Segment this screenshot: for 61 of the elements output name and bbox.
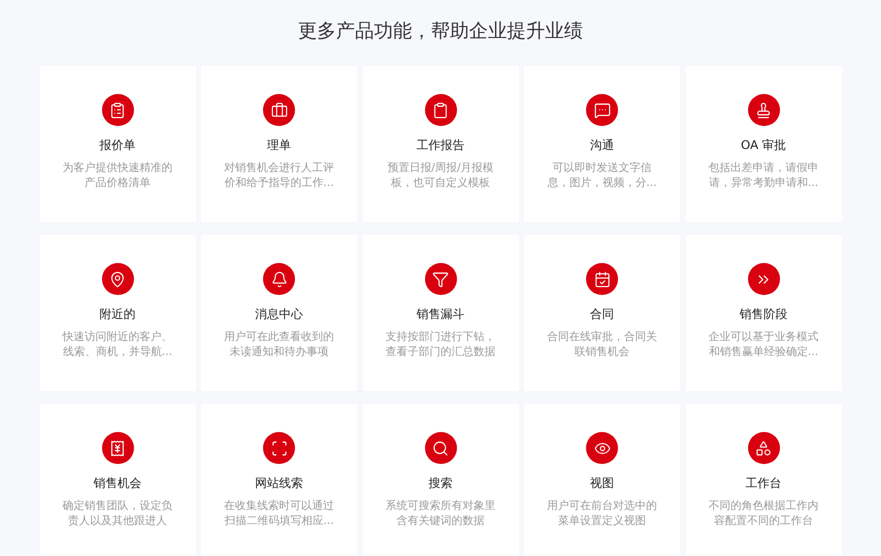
feature-description: 系统可搜索所有对象里 含有关键词的数据 [386,498,496,528]
stamp-icon [748,94,780,126]
feature-title: 视图 [590,475,614,492]
map-pin-icon [102,263,134,295]
feature-card[interactable]: 搜索 系统可搜索所有对象里 含有关键词的数据 [362,404,518,556]
feature-title: 销售阶段 [740,306,788,323]
feature-card[interactable]: 理单 对销售机会进行人工评 价和给予指导的工作... [201,66,357,222]
scan-icon [263,432,295,464]
feature-description: 在收集线索时可以通过 扫描二维码填写相应... [224,498,334,528]
feature-card[interactable]: 消息中心 用户可在此查看收到的 未读通知和待办事项 [201,235,357,391]
feature-card[interactable]: 销售机会 确定销售团队，设定负 责人以及其他跟进人 [40,404,196,556]
feature-title: 报价单 [100,137,136,154]
feature-title: 理单 [267,137,291,154]
feature-description: 可以即时发送文字信 息，图片，视频，分... [547,160,657,190]
feature-title: 网站线索 [255,475,303,492]
shapes-icon [748,432,780,464]
feature-description: 支持按部门进行下钻， 查看子部门的汇总数据 [386,329,496,359]
chat-icon [586,94,618,126]
feature-card[interactable]: OA 审批 包括出差申请，请假申 请，异常考勤申请和... [686,66,842,222]
feature-title: 消息中心 [255,306,303,323]
feature-card[interactable]: 合同 合同在线审批，合同关 联销售机会 [524,235,680,391]
search-icon [424,432,456,464]
feature-title: 工作报告 [416,137,464,154]
feature-card[interactable]: 附近的 快速访问附近的客户、 线索、商机，并导航... [40,235,196,391]
briefcase-icon [263,94,295,126]
feature-card[interactable]: 沟通 可以即时发送文字信 息，图片，视频，分... [524,66,680,222]
feature-description: 快速访问附近的客户、 线索、商机，并导航... [62,329,172,359]
feature-description: 不同的角色根据工作内 容配置不同的工作台 [708,498,818,528]
feature-description: 用户可在此查看收到的 未读通知和待办事项 [224,329,334,359]
feature-description: 合同在线审批，合同关 联销售机会 [547,329,657,359]
clipboard-icon [424,94,456,126]
feature-description: 用户可在前台对选中的 菜单设置定义视图 [547,498,657,528]
feature-title: 工作台 [746,475,782,492]
feature-card[interactable]: 工作报告 预置日报/周报/月报模 板，也可自定义模板 [362,66,518,222]
calendar-check-icon [586,263,618,295]
feature-title: 附近的 [100,306,136,323]
bell-icon [263,263,295,295]
feature-card[interactable]: 网站线索 在收集线索时可以通过 扫描二维码填写相应... [201,404,357,556]
feature-description: 对销售机会进行人工评 价和给予指导的工作... [224,160,334,190]
feature-card[interactable]: 销售漏斗 支持按部门进行下钻， 查看子部门的汇总数据 [362,235,518,391]
feature-description: 包括出差申请，请假申 请，异常考勤申请和... [708,160,818,190]
feature-title: 沟通 [590,137,614,154]
eye-icon [586,432,618,464]
feature-title: 销售机会 [94,475,142,492]
feature-description: 预置日报/周报/月报模 板，也可自定义模板 [387,160,494,190]
feature-description: 为客户提供快速精准的 产品价格清单 [62,160,172,190]
yen-receipt-icon [102,432,134,464]
feature-title: 搜索 [428,475,452,492]
feature-card[interactable]: 报价单 为客户提供快速精准的 产品价格清单 [40,66,196,222]
chevrons-right-icon [748,263,780,295]
feature-title: 销售漏斗 [416,306,464,323]
list-icon [102,94,134,126]
feature-description: 确定销售团队，设定负 责人以及其他跟进人 [62,498,172,528]
funnel-icon [424,263,456,295]
feature-title: OA 审批 [740,137,786,154]
feature-card[interactable]: 销售阶段 企业可以基于业务模式 和销售赢单经验确定... [686,235,842,391]
feature-card[interactable]: 工作台 不同的角色根据工作内 容配置不同的工作台 [686,404,842,556]
feature-title: 合同 [590,306,614,323]
feature-card[interactable]: 视图 用户可在前台对选中的 菜单设置定义视图 [524,404,680,556]
feature-description: 企业可以基于业务模式 和销售赢单经验确定... [708,329,818,359]
section-title: 更多产品功能，帮助企业提升业绩 [298,19,583,44]
